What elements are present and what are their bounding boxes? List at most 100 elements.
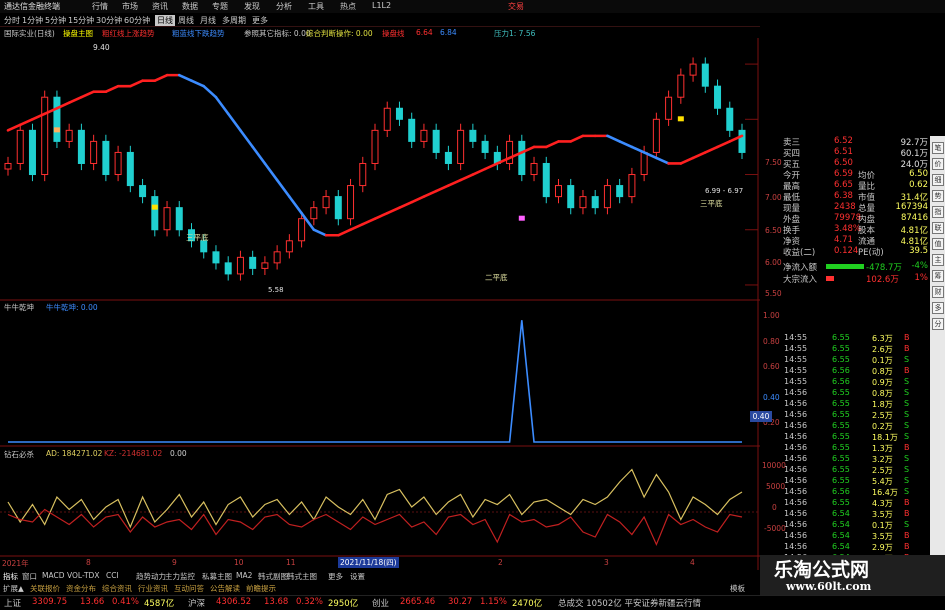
trend-segment: [385, 206, 401, 215]
tab-more[interactable]: 更多: [252, 15, 268, 26]
tick-row[interactable]: 14:56 6.54 3.5万 B: [778, 531, 930, 542]
tick-row[interactable]: 14:56 6.54 2.9万 B: [778, 542, 930, 553]
tab-1min[interactable]: 1分钟: [22, 15, 43, 26]
nav-icon-button[interactable]: 分: [932, 318, 944, 330]
indicator-tab[interactable]: 主力监控: [165, 571, 195, 582]
nav-icon-button[interactable]: 多: [932, 302, 944, 314]
nav-icon-button[interactable]: 指: [932, 206, 944, 218]
menu-item-analysis[interactable]: 分析: [276, 1, 292, 12]
chart-area[interactable]: [0, 38, 760, 570]
tab-multi-period[interactable]: 多周期: [222, 15, 246, 26]
tick-row[interactable]: 14:56 6.54 0.1万 S: [778, 520, 930, 531]
tick-side: S: [904, 432, 910, 441]
tick-row[interactable]: 14:55 6.56 0.9万 S: [778, 377, 930, 388]
tab-15min[interactable]: 15分钟: [68, 15, 94, 26]
indicator-tab[interactable]: MACD: [42, 571, 64, 580]
panel2-title[interactable]: 牛牛乾坤: [4, 302, 34, 313]
tab-intraday[interactable]: 分时: [4, 15, 20, 26]
nav-icon-button[interactable]: 笔: [932, 142, 944, 154]
nav-icon-button[interactable]: 筹: [932, 270, 944, 282]
tick-price: 6.55: [832, 432, 850, 441]
tick-price: 6.54: [832, 520, 850, 529]
menu-item-quote[interactable]: 行情: [92, 1, 108, 12]
menu-item-hot[interactable]: 热点: [340, 1, 356, 12]
tick-row[interactable]: 14:56 6.55 2.5万 S: [778, 410, 930, 421]
info-tab[interactable]: 公告解读: [210, 583, 240, 594]
tick-row[interactable]: 14:55 6.56 0.8万 B: [778, 366, 930, 377]
tick-side: S: [904, 520, 910, 529]
nav-icon-button[interactable]: 主: [932, 254, 944, 266]
menu-item-market[interactable]: 市场: [122, 1, 138, 12]
info-tab[interactable]: 行业资讯: [138, 583, 168, 594]
panel2-value: 牛牛乾坤: 0.00: [46, 303, 98, 312]
info-tab[interactable]: 互动问答: [174, 583, 204, 594]
menu-item-discover[interactable]: 发现: [244, 1, 260, 12]
indicator-tab[interactable]: 趋势动力: [136, 571, 166, 582]
indicator-tab[interactable]: CCI: [106, 571, 119, 580]
tick-row[interactable]: 14:56 6.55 2.5万 S: [778, 465, 930, 476]
info-tab[interactable]: 扩展▲: [3, 583, 24, 594]
menu-item-tools[interactable]: 工具: [308, 1, 324, 12]
indicator-tab[interactable]: 更多: [328, 571, 343, 582]
quote-label: 收益(二): [783, 248, 816, 258]
menu-item-topic[interactable]: 专题: [212, 1, 228, 12]
nav-icon-button[interactable]: 值: [932, 238, 944, 250]
info-tab[interactable]: 前瞻提示: [246, 583, 276, 594]
trend-segment: [129, 79, 144, 88]
tick-row[interactable]: 14:56 6.55 1.3万 B: [778, 443, 930, 454]
tick-row[interactable]: 14:56 6.55 0.8万 S: [778, 388, 930, 399]
tick-row[interactable]: 14:56 6.55 3.2万 S: [778, 454, 930, 465]
indicator-tab[interactable]: 韩式副图: [258, 571, 288, 582]
tick-row[interactable]: 14:55 6.55 6.3万 B: [778, 333, 930, 344]
tick-row[interactable]: 14:56 6.56 16.4万 S: [778, 487, 930, 498]
quote-value: 6.38: [834, 191, 853, 201]
trend-segment: [655, 156, 670, 165]
template-button[interactable]: 模板: [730, 583, 745, 594]
tab-5min[interactable]: 5分钟: [45, 15, 66, 26]
tick-row[interactable]: 14:55 6.55 0.1万 S: [778, 355, 930, 366]
tick-side: S: [904, 410, 910, 419]
info-tab[interactable]: 关联报价: [30, 583, 60, 594]
menu-item-data[interactable]: 数据: [182, 1, 198, 12]
quote-value: 3.48%: [834, 224, 862, 234]
nav-icon-button[interactable]: 财: [932, 286, 944, 298]
indicator-tab[interactable]: 设置: [350, 571, 365, 582]
tick-row[interactable]: 14:56 6.55 1.8万 S: [778, 399, 930, 410]
tick-volume: 2.6万: [872, 345, 893, 354]
trend-segment: [618, 140, 634, 149]
trade-button[interactable]: 交易: [508, 1, 524, 12]
nav-icon-button[interactable]: 价: [932, 158, 944, 170]
menu-item-l1l2[interactable]: L1L2: [372, 1, 391, 10]
info-tab[interactable]: 综合资讯: [102, 583, 132, 594]
tab-30min[interactable]: 30分钟: [96, 15, 122, 26]
tick-side: S: [904, 476, 910, 485]
tab-weekly[interactable]: 周线: [178, 15, 194, 26]
indicator-tab[interactable]: 指标: [3, 571, 18, 582]
tick-row[interactable]: 14:55 6.55 2.6万 B: [778, 344, 930, 355]
tick-row[interactable]: 14:56 6.55 18.1万 S: [778, 432, 930, 443]
candle-body: [408, 118, 416, 142]
panel3-title[interactable]: 钻石必杀: [4, 449, 34, 460]
tick-row[interactable]: 14:56 6.55 5.4万 S: [778, 476, 930, 487]
candle-body: [273, 251, 281, 264]
tick-row[interactable]: 14:56 6.55 0.2万 S: [778, 421, 930, 432]
nav-icon-button[interactable]: 势: [932, 190, 944, 202]
trend-segment: [373, 211, 389, 220]
indicator-tab[interactable]: MA2: [236, 571, 252, 580]
indicator-tab[interactable]: VOL-TDX: [67, 571, 99, 580]
indicator-tab[interactable]: 窗口: [22, 571, 37, 582]
tick-row[interactable]: 14:56 6.54 3.5万 B: [778, 509, 930, 520]
tab-daily[interactable]: 日线: [155, 15, 175, 26]
nav-icon-button[interactable]: 细: [932, 174, 944, 186]
indicator-tab[interactable]: 私募主图: [202, 571, 232, 582]
info-tab[interactable]: 资金分布: [66, 583, 96, 594]
low-price-label: 5.58: [268, 286, 284, 294]
nav-icon-button[interactable]: 联: [932, 222, 944, 234]
menu-item-news[interactable]: 资讯: [152, 1, 168, 12]
tab-monthly[interactable]: 月线: [200, 15, 216, 26]
indicator-tab[interactable]: 韩式主图: [287, 571, 317, 582]
quote-value2: 6.50: [909, 169, 928, 179]
tick-row[interactable]: 14:56 6.55 4.3万 B: [778, 498, 930, 509]
tab-60min[interactable]: 60分钟: [124, 15, 150, 26]
trend-segment: [202, 84, 218, 99]
